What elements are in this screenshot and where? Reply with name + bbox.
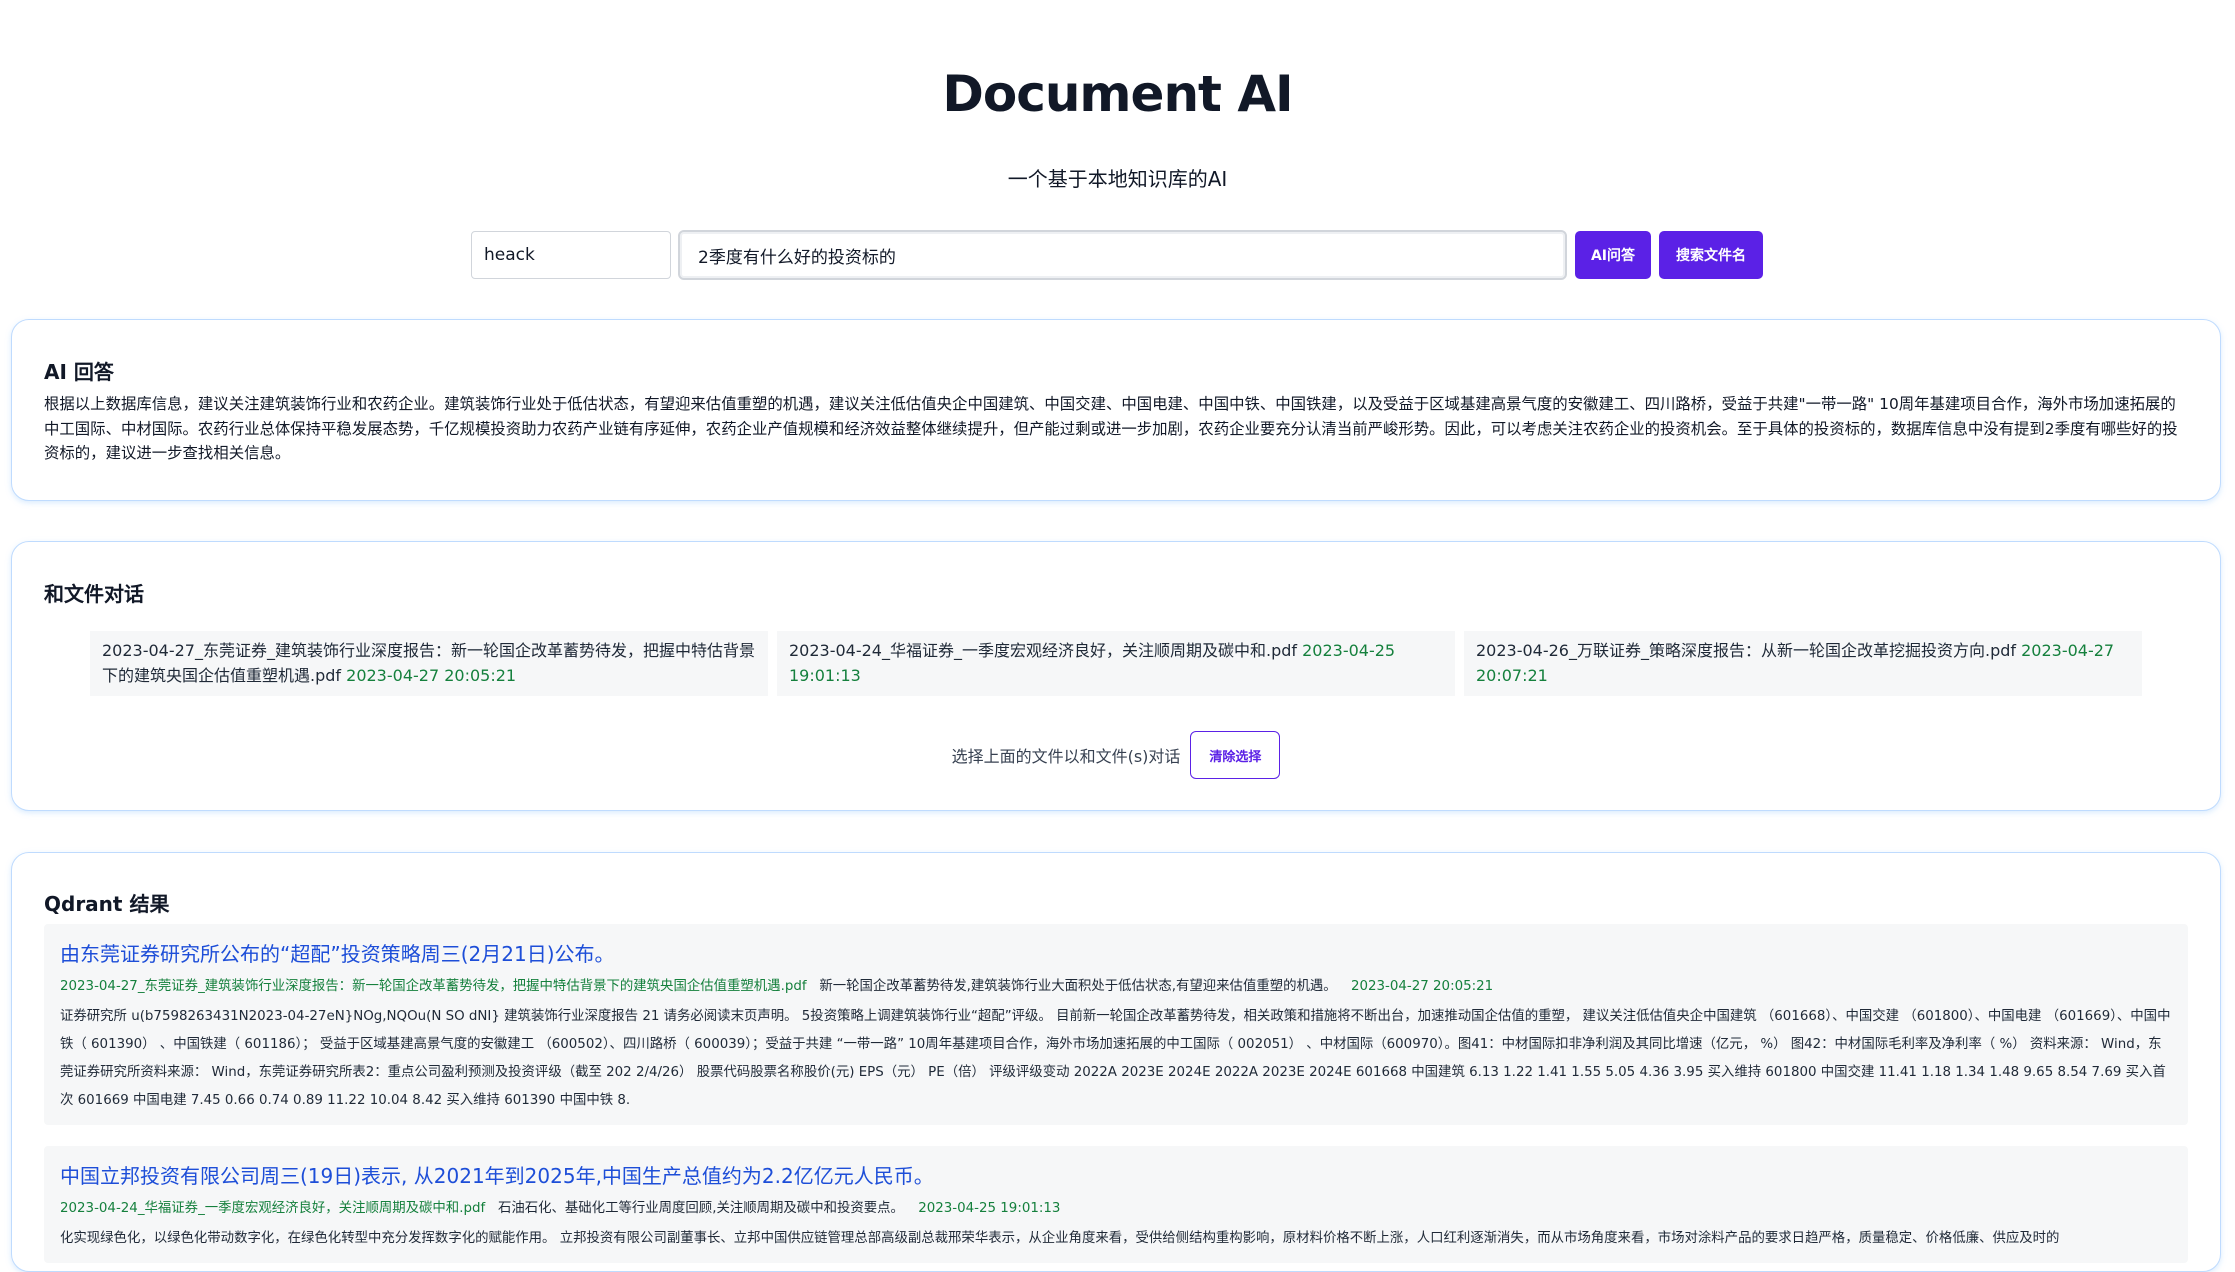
result-body: 化实现绿色化，以绿色化带动数字化，在绿色化转型中充分发挥数字化的赋能作用。 立邦… <box>60 1231 2060 1246</box>
chat-footer: 选择上面的文件以和文件(s)对话 清除选择 <box>12 731 2220 779</box>
result-date: 2023-04-25 19:01:13 <box>918 1201 1061 1216</box>
result-item: 中国立邦投资有限公司周三(19日)表示, 从2021年到2025年,中国生产总值… <box>44 1146 2188 1263</box>
file-name: 2023-04-26_万联证券_策略深度报告：从新一轮国企改革挖掘投资方向.pd… <box>1476 641 2017 660</box>
user-name-input[interactable] <box>471 231 671 279</box>
result-item: 由东莞证券研究所公布的“超配”投资策略周三(2月21日)公布。 2023-04-… <box>44 924 2188 1125</box>
ai-answer-text: 根据以上数据库信息，建议关注建筑装饰行业和农药企业。建筑装饰行业处于低估状态，有… <box>44 395 2178 462</box>
ai-ask-button[interactable]: AI问答 <box>1575 231 1651 279</box>
result-date: 2023-04-27 20:05:21 <box>1350 979 1494 994</box>
question-input[interactable] <box>678 230 1567 280</box>
result-summary: 石油石化、基础化工等行业周度回顾,关注顺周期及碳中和投资要点。 <box>497 1201 904 1216</box>
file-item[interactable]: 2023-04-24_华福证券_一季度宏观经济良好，关注顺周期及碳中和.pdf … <box>777 631 1455 696</box>
chat-with-files-heading: 和文件对话 <box>44 582 144 606</box>
file-item[interactable]: 2023-04-27_东莞证券_建筑装饰行业深度报告：新一轮国企改革蓄势待发，把… <box>90 631 768 696</box>
result-meta: 2023-04-24_华福证券_一季度宏观经济良好，关注顺周期及碳中和.pdf … <box>60 1199 2172 1219</box>
result-title[interactable]: 中国立邦投资有限公司周三(19日)表示, 从2021年到2025年,中国生产总值… <box>60 1160 2172 1189</box>
file-item[interactable]: 2023-04-26_万联证券_策略深度报告：从新一轮国企改革挖掘投资方向.pd… <box>1464 631 2142 696</box>
page-title: Document AI <box>942 65 1293 123</box>
result-body: 证券研究所 u(b7598263431N2023-04-27eN}NOg,NQO… <box>60 1009 2171 1108</box>
qdrant-results-heading: Qdrant 结果 <box>44 892 170 916</box>
qdrant-results-card: Qdrant 结果 由东莞证券研究所公布的“超配”投资策略周三(2月21日)公布… <box>11 852 2221 1272</box>
result-file-name: 2023-04-27_东莞证券_建筑装饰行业深度报告：新一轮国企改革蓄势待发，把… <box>60 979 807 994</box>
result-meta: 2023-04-27_东莞证券_建筑装饰行业深度报告：新一轮国企改革蓄势待发，把… <box>60 977 2172 997</box>
clear-selection-button[interactable]: 清除选择 <box>1190 731 1281 779</box>
search-bar: AI问答 搜索文件名 <box>471 230 1763 280</box>
page-subtitle: 一个基于本地知识库的AI <box>1007 167 1228 191</box>
result-title[interactable]: 由东莞证券研究所公布的“超配”投资策略周三(2月21日)公布。 <box>60 938 2172 967</box>
ai-answer-heading: AI 回答 <box>44 360 114 384</box>
chat-hint: 选择上面的文件以和文件(s)对话 <box>951 747 1181 766</box>
file-name: 2023-04-24_华福证券_一季度宏观经济良好，关注顺周期及碳中和.pdf <box>789 641 1298 660</box>
result-summary: 新一轮国企改革蓄势待发,建筑装饰行业大面积处于低估状态,有望迎来估值重塑的机遇。 <box>819 979 1337 994</box>
result-file-name: 2023-04-24_华福证券_一季度宏观经济良好，关注顺周期及碳中和.pdf <box>60 1201 486 1216</box>
search-filename-button[interactable]: 搜索文件名 <box>1659 231 1763 279</box>
chat-with-files-card: 和文件对话 2023-04-27_东莞证券_建筑装饰行业深度报告：新一轮国企改革… <box>11 541 2221 811</box>
file-date: 2023-04-27 20:05:21 <box>346 665 517 685</box>
ai-answer-card: AI 回答 根据以上数据库信息，建议关注建筑装饰行业和农药企业。建筑装饰行业处于… <box>11 319 2221 501</box>
file-list: 2023-04-27_东莞证券_建筑装饰行业深度报告：新一轮国企改革蓄势待发，把… <box>90 631 2142 696</box>
